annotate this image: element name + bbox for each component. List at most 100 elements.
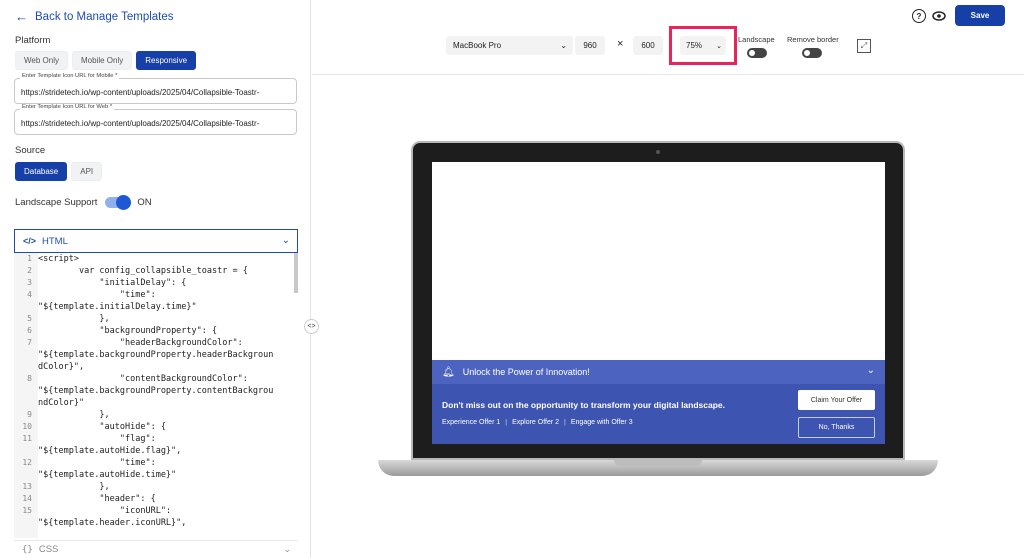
line-number: 7 xyxy=(27,338,32,347)
offer-link-2[interactable]: Explore Offer 2 xyxy=(512,419,559,426)
laptop-base-notch xyxy=(614,460,702,466)
chevron-down-icon: ⌄ xyxy=(560,41,567,50)
line-number xyxy=(14,445,38,457)
mobile-icon-url-label: Enter Template Icon URL for Mobile * xyxy=(20,73,120,79)
line-number: 13 xyxy=(22,482,32,491)
line-number: 5 xyxy=(27,314,32,323)
code-line[interactable]: 3 "initialDelay": { xyxy=(14,277,298,289)
code-text: <script> xyxy=(38,254,79,264)
toast-header[interactable]: 🔔︎ Unlock the Power of Innovation! ⌄ xyxy=(432,360,885,384)
code-line[interactable]: 1 <script> xyxy=(14,253,298,265)
source-label: Source xyxy=(15,145,46,156)
html-code-editor[interactable]: 1 <script> 2 var config_collapsible_toastr… xyxy=(14,253,298,538)
code-text: "iconURL": xyxy=(38,506,172,516)
link-separator: | xyxy=(564,419,566,426)
offer-link-1[interactable]: Experience Offer 1 xyxy=(442,419,500,426)
claim-offer-button[interactable]: Claim Your Offer xyxy=(798,390,875,410)
code-line[interactable]: 5 }, xyxy=(14,313,298,325)
code-text: dColor}", xyxy=(38,362,85,372)
code-line[interactable]: 9 }, xyxy=(14,409,298,421)
html-editor-header[interactable]: </> HTML ⌄ xyxy=(14,229,298,253)
code-line[interactable]: 14 "header": { xyxy=(14,493,298,505)
times-symbol: × xyxy=(617,38,624,50)
css-braces-icon: {} xyxy=(22,544,33,555)
help-icon[interactable]: ? xyxy=(912,9,926,23)
landscape-support-label: Landscape Support xyxy=(15,197,98,208)
code-line[interactable]: 8 "contentBackgroundColor": xyxy=(14,373,298,385)
platform-responsive-button[interactable]: Responsive xyxy=(136,51,197,70)
width-input[interactable]: 960 xyxy=(575,36,605,55)
save-button[interactable]: Save xyxy=(955,5,1005,26)
code-line[interactable]: 11 "flag": xyxy=(14,433,298,445)
remove-border-toggle[interactable] xyxy=(802,48,822,58)
no-thanks-button[interactable]: No, Thanks xyxy=(798,417,875,438)
code-line[interactable]: "${template.autoHide.flag}", xyxy=(14,445,298,457)
offer-link-3[interactable]: Engage with Offer 3 xyxy=(571,419,633,426)
code-line[interactable]: 15 "iconURL": xyxy=(14,505,298,517)
code-line[interactable]: "${template.initialDelay.time}" xyxy=(14,301,298,313)
code-text: "autoHide": { xyxy=(38,422,166,432)
back-link[interactable]: ← Back to Manage Templates xyxy=(15,9,174,24)
device-select[interactable]: MacBook Pro ⌄ xyxy=(446,36,573,55)
web-icon-url-value: https://stridetech.io/wp-content/uploads… xyxy=(21,119,260,128)
device-select-value: MacBook Pro xyxy=(453,41,502,50)
code-line[interactable]: "${template.autoHide.time}" xyxy=(14,469,298,481)
chevron-down-icon: ⌄ xyxy=(281,235,290,246)
code-line[interactable]: 6 "backgroundProperty": { xyxy=(14,325,298,337)
code-line[interactable]: "${template.backgroundProperty.headerBac… xyxy=(14,349,298,361)
link-separator: | xyxy=(505,419,508,426)
line-number: 9 xyxy=(27,410,32,419)
line-number: 11 xyxy=(22,434,32,443)
landscape-toggle[interactable] xyxy=(747,48,767,58)
code-text: "headerBackgroundColor": xyxy=(38,338,243,348)
code-line[interactable]: 12 "time": xyxy=(14,457,298,469)
editor-scrollbar[interactable] xyxy=(294,253,298,293)
panel-resize-handle[interactable]: <> xyxy=(304,319,319,334)
code-text: ndColor}" xyxy=(38,398,85,408)
template-settings-panel: ← Back to Manage Templates Platform Web … xyxy=(0,0,311,558)
mobile-icon-url-field[interactable]: Enter Template Icon URL for Mobile * htt… xyxy=(14,73,297,104)
landscape-support-toggle[interactable] xyxy=(105,195,132,210)
line-number xyxy=(14,349,38,361)
landscape-label: Landscape xyxy=(738,35,775,44)
line-number xyxy=(14,517,38,529)
code-line[interactable]: 13 }, xyxy=(14,481,298,493)
toast-offer-links: Experience Offer 1 | Explore Offer 2 | E… xyxy=(442,419,633,426)
preview-eye-icon[interactable] xyxy=(932,11,946,21)
source-api-button[interactable]: API xyxy=(71,162,103,181)
platform-segmented: Web Only Mobile Only Responsive xyxy=(15,51,197,70)
code-text: "backgroundProperty": { xyxy=(38,326,218,336)
code-line[interactable]: "${template.header.iconURL}", xyxy=(14,517,298,529)
code-text: }, xyxy=(38,410,110,420)
css-editor-header[interactable]: {} CSS ⌄ xyxy=(14,540,298,558)
app-root: ← Back to Manage Templates Platform Web … xyxy=(0,0,1024,558)
preview-screen: 🔔︎ Unlock the Power of Innovation! ⌄ Don… xyxy=(432,162,885,444)
code-line[interactable]: "${template.backgroundProperty.contentBa… xyxy=(14,385,298,397)
code-text: "${template.autoHide.flag}", xyxy=(38,446,182,456)
code-line[interactable]: ndColor}" xyxy=(14,397,298,409)
landscape-support-row: Landscape Support ON xyxy=(15,195,152,210)
web-icon-url-field[interactable]: Enter Template Icon URL for Web * https:… xyxy=(14,104,297,135)
css-editor-title: CSS xyxy=(38,544,59,555)
code-line[interactable]: 2 var config_collapsible_toastr = { xyxy=(14,265,298,277)
line-number: 4 xyxy=(27,290,32,299)
code-text: var config_collapsible_toastr = { xyxy=(38,266,248,276)
line-number: 15 xyxy=(22,506,32,515)
code-text: "${template.backgroundProperty.headerBac… xyxy=(38,350,274,360)
fullscreen-icon[interactable]: ⤢ xyxy=(857,39,871,53)
code-line[interactable]: 4 "time": xyxy=(14,289,298,301)
code-line[interactable]: dColor}", xyxy=(14,361,298,373)
laptop-camera xyxy=(656,150,660,154)
platform-web-only-button[interactable]: Web Only xyxy=(15,51,68,70)
line-number xyxy=(14,361,38,373)
platform-mobile-only-button[interactable]: Mobile Only xyxy=(71,51,133,70)
code-line[interactable]: 7 "headerBackgroundColor": xyxy=(14,337,298,349)
chevron-down-icon[interactable]: ⌄ xyxy=(867,365,875,376)
height-input[interactable]: 600 xyxy=(633,36,663,55)
line-number: 3 xyxy=(27,278,32,287)
line-number: 14 xyxy=(22,494,32,503)
toast-message: Don't miss out on the opportunity to tra… xyxy=(442,400,726,410)
zoom-select[interactable]: 75% ⌄ xyxy=(680,36,726,55)
code-line[interactable]: 10 "autoHide": { xyxy=(14,421,298,433)
source-database-button[interactable]: Database xyxy=(15,162,68,181)
